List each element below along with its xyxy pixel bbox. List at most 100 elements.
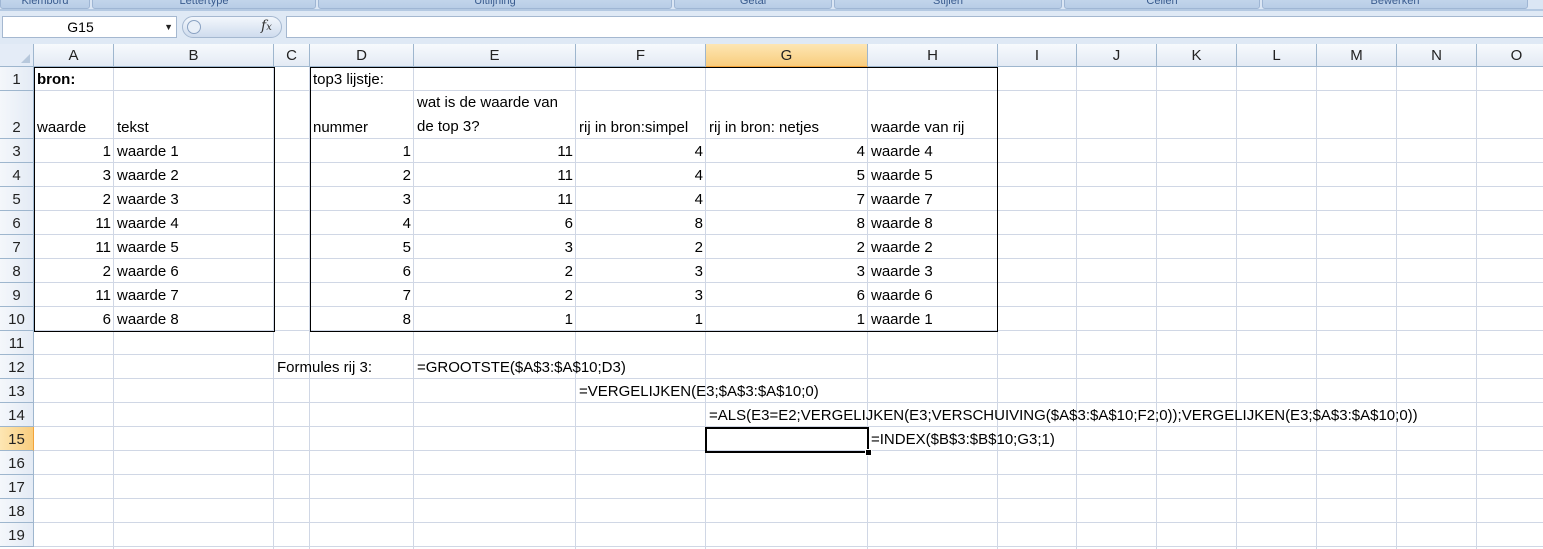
- cell-H15[interactable]: =INDEX($B$3:$B$10;G3;1): [868, 431, 1058, 449]
- cell-A10[interactable]: 6: [34, 311, 114, 329]
- cell-G10[interactable]: 1: [706, 311, 868, 329]
- expand-handle-icon[interactable]: [187, 20, 201, 34]
- cell-F3[interactable]: 4: [576, 143, 706, 161]
- gridline-vertical: [997, 67, 998, 549]
- cell-B10[interactable]: waarde 8: [114, 311, 274, 329]
- name-box[interactable]: G15 ▼: [2, 16, 177, 38]
- cell-H8[interactable]: waarde 3: [868, 263, 998, 281]
- cell-D9[interactable]: 7: [310, 287, 414, 305]
- cell-B6[interactable]: waarde 4: [114, 215, 274, 233]
- gridline-vertical: [575, 67, 576, 549]
- cell-A8[interactable]: 2: [34, 263, 114, 281]
- cell-H10[interactable]: waarde 1: [868, 311, 998, 329]
- cell-H2[interactable]: waarde van rij: [868, 119, 998, 137]
- insert-function-icon[interactable]: fx: [261, 18, 272, 34]
- cell-D1[interactable]: top3 lijstje:: [310, 71, 510, 89]
- cell-A7[interactable]: 11: [34, 239, 114, 257]
- cell-G5[interactable]: 7: [706, 191, 868, 209]
- cell-D2[interactable]: nummer: [310, 119, 414, 137]
- cell-H7[interactable]: waarde 2: [868, 239, 998, 257]
- ribbon-group-number[interactable]: Getal: [674, 0, 832, 9]
- cell-E10[interactable]: 1: [414, 311, 576, 329]
- cell-F2[interactable]: rij in bron:simpel: [576, 119, 706, 137]
- cell-D4[interactable]: 2: [310, 167, 414, 185]
- cell-A3[interactable]: 1: [34, 143, 114, 161]
- active-cell-G15[interactable]: [705, 427, 869, 453]
- ribbon-group-font[interactable]: Lettertype: [92, 0, 316, 9]
- gridline-vertical: [1476, 67, 1477, 549]
- gridline-vertical: [273, 67, 274, 549]
- cell-B9[interactable]: waarde 7: [114, 287, 274, 305]
- cell-B3[interactable]: waarde 1: [114, 143, 274, 161]
- cell-G4[interactable]: 5: [706, 167, 868, 185]
- cell-F7[interactable]: 2: [576, 239, 706, 257]
- cell-G9[interactable]: 6: [706, 287, 868, 305]
- cell-E6[interactable]: 6: [414, 215, 576, 233]
- cell-E12[interactable]: =GROOTSTE($A$3:$A$10;D3): [414, 359, 629, 377]
- gridline-vertical: [413, 67, 414, 549]
- cell-B7[interactable]: waarde 5: [114, 239, 274, 257]
- gridline-vertical: [1076, 67, 1077, 549]
- cell-F13[interactable]: =VERGELIJKEN(E3;$A$3:$A$10;0): [576, 383, 822, 401]
- cell-A4[interactable]: 3: [34, 167, 114, 185]
- cell-E4[interactable]: 11: [414, 167, 576, 185]
- cell-E3[interactable]: 11: [414, 143, 576, 161]
- cell-E8[interactable]: 2: [414, 263, 576, 281]
- cell-G3[interactable]: 4: [706, 143, 868, 161]
- cell-D5[interactable]: 3: [310, 191, 414, 209]
- gridline-horizontal: [34, 90, 1543, 91]
- ribbon-group-bar: Klembord Lettertype Uitlijning Getal Sti…: [0, 0, 1543, 9]
- cell-D8[interactable]: 6: [310, 263, 414, 281]
- cell-H3[interactable]: waarde 4: [868, 143, 998, 161]
- gridline-horizontal: [34, 258, 1543, 259]
- cell-E2[interactable]: wat is de waarde van de top 3?: [414, 91, 576, 139]
- ribbon-group-alignment[interactable]: Uitlijning: [318, 0, 672, 9]
- cell-D3[interactable]: 1: [310, 143, 414, 161]
- cell-G14[interactable]: =ALS(E3=E2;VERGELIJKEN(E3;VERSCHUIVING($…: [706, 407, 1421, 425]
- cell-A2[interactable]: waarde: [34, 119, 114, 137]
- cell-F10[interactable]: 1: [576, 311, 706, 329]
- worksheet-grid[interactable]: ABCDEFGHIJKLMNO 1 2 3 4 5 6 7 8 9 10 11 12 13 14 15 16 1…: [0, 44, 1543, 549]
- ribbon-group-styles[interactable]: Stijlen: [834, 0, 1062, 9]
- formula-bar: G15 ▼ fx: [0, 11, 1543, 44]
- cell-B5[interactable]: waarde 3: [114, 191, 274, 209]
- cell-B4[interactable]: waarde 2: [114, 167, 274, 185]
- formula-tools: fx: [182, 16, 282, 38]
- cell-E5[interactable]: 11: [414, 191, 576, 209]
- gridline-vertical: [309, 67, 310, 549]
- formula-input[interactable]: [286, 16, 1543, 38]
- cell-D10[interactable]: 8: [310, 311, 414, 329]
- cell-F8[interactable]: 3: [576, 263, 706, 281]
- cell-D6[interactable]: 4: [310, 215, 414, 233]
- cell-H4[interactable]: waarde 5: [868, 167, 998, 185]
- cell-C12[interactable]: Formules rij 3:: [274, 359, 414, 377]
- cell-G7[interactable]: 2: [706, 239, 868, 257]
- cell-area[interactable]: bron: top3 lijstje: waarde tekst nummer …: [0, 44, 1543, 549]
- cell-D7[interactable]: 5: [310, 239, 414, 257]
- ribbon-group-editing[interactable]: Bewerken: [1262, 0, 1528, 9]
- ribbon-group-cells[interactable]: Cellen: [1064, 0, 1260, 9]
- fill-handle[interactable]: [865, 449, 872, 456]
- cell-B2[interactable]: tekst: [114, 119, 274, 137]
- chevron-down-icon[interactable]: ▼: [164, 17, 173, 37]
- cell-A6[interactable]: 11: [34, 215, 114, 233]
- cell-F5[interactable]: 4: [576, 191, 706, 209]
- cell-F9[interactable]: 3: [576, 287, 706, 305]
- cell-G2[interactable]: rij in bron: netjes: [706, 119, 868, 137]
- cell-A1[interactable]: bron:: [34, 71, 114, 89]
- cell-G6[interactable]: 8: [706, 215, 868, 233]
- cell-H5[interactable]: waarde 7: [868, 191, 998, 209]
- cell-F6[interactable]: 8: [576, 215, 706, 233]
- ribbon-group-clipboard[interactable]: Klembord: [0, 0, 90, 9]
- cell-G8[interactable]: 3: [706, 263, 868, 281]
- cell-A5[interactable]: 2: [34, 191, 114, 209]
- gridline-vertical: [1156, 67, 1157, 549]
- cell-H6[interactable]: waarde 8: [868, 215, 998, 233]
- cell-E7[interactable]: 3: [414, 239, 576, 257]
- cell-H9[interactable]: waarde 6: [868, 287, 998, 305]
- cell-E9[interactable]: 2: [414, 287, 576, 305]
- cell-B8[interactable]: waarde 6: [114, 263, 274, 281]
- cell-F4[interactable]: 4: [576, 167, 706, 185]
- gridline-horizontal: [34, 330, 1543, 331]
- cell-A9[interactable]: 11: [34, 287, 114, 305]
